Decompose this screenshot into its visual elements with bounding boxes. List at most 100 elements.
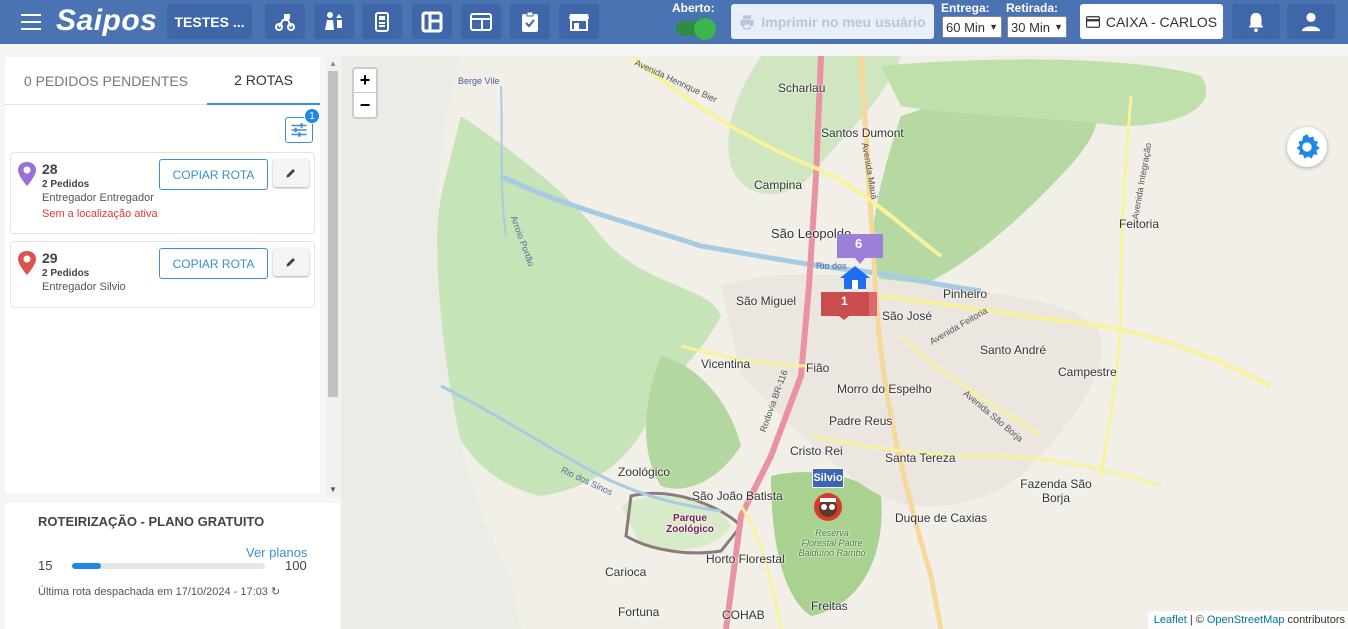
map-place-label: Zoológico bbox=[618, 465, 671, 479]
tabs: 0 PEDIDOS PENDENTES 2 ROTAS bbox=[5, 57, 320, 105]
leaflet-link[interactable]: Leaflet bbox=[1154, 614, 1187, 626]
map-pin-icon bbox=[18, 251, 36, 275]
route-orders: 2 Pedidos bbox=[42, 268, 90, 279]
aberto-label: Aberto: bbox=[672, 1, 715, 15]
map-place-label: Duque de Caxias bbox=[895, 511, 988, 525]
kanban-icon[interactable] bbox=[412, 4, 452, 39]
route-orders: 2 Pedidos bbox=[42, 179, 90, 190]
entrega-select[interactable]: 60 Min ▼ bbox=[942, 16, 1002, 38]
user-icon[interactable] bbox=[1287, 4, 1335, 39]
map-settings-button[interactable] bbox=[1287, 127, 1327, 167]
route-number: 28 bbox=[42, 161, 58, 177]
route-driver: Entregador Entregador bbox=[42, 192, 154, 204]
aberto-toggle[interactable] bbox=[674, 17, 718, 40]
card-icon bbox=[1085, 15, 1100, 28]
zoom-in-button[interactable]: + bbox=[354, 69, 376, 93]
route-card[interactable]: 28 2 Pedidos Entregador Entregador Sem a… bbox=[10, 152, 315, 234]
map-place-label: Berge Vile bbox=[458, 76, 500, 86]
delivery-icon[interactable] bbox=[265, 4, 305, 39]
route-warning: Sem a localização ativa bbox=[42, 208, 158, 220]
retirada-label: Retirada: bbox=[1006, 1, 1059, 15]
scroll-thumb[interactable] bbox=[328, 71, 338, 397]
route-card[interactable]: 29 2 Pedidos Entregador Silvio COPIAR RO… bbox=[10, 241, 315, 308]
handoff-icon[interactable] bbox=[314, 4, 354, 39]
tab-rotas[interactable]: 2 ROTAS bbox=[207, 57, 320, 105]
chevron-down-icon: ▼ bbox=[989, 22, 998, 32]
caixa-button[interactable]: CAIXA - CARLOS bbox=[1080, 4, 1223, 39]
zoom-out-button[interactable]: − bbox=[354, 93, 376, 117]
plan-max: 100 bbox=[285, 558, 307, 573]
sidebar: 0 PEDIDOS PENDENTES 2 ROTAS 1 28 2 Pedid… bbox=[5, 57, 320, 494]
entrega-label: Entrega: bbox=[941, 1, 990, 15]
map-place-label: Fortuna bbox=[618, 605, 660, 619]
plan-title: ROTEIRIZAÇÃO - PLANO GRATUITO bbox=[38, 514, 265, 529]
chevron-down-icon: ▼ bbox=[1054, 22, 1063, 32]
scroll-up-icon[interactable]: ▲ bbox=[329, 59, 337, 68]
last-route-text: Última rota despachada em 17/10/2024 - 1… bbox=[38, 586, 268, 598]
pencil-icon bbox=[286, 258, 295, 267]
retirada-select[interactable]: 30 Min ▼ bbox=[1007, 16, 1067, 38]
map-place-label: Freitas bbox=[811, 599, 848, 613]
printer-icon bbox=[740, 14, 755, 29]
zoom-control: + − bbox=[352, 67, 378, 119]
map-place-label: Vicentina bbox=[701, 357, 751, 371]
map-place-label: Fião bbox=[806, 361, 830, 375]
map-attribution: Leaflet | © OpenStreetMap contributors bbox=[1148, 611, 1348, 629]
store-icon[interactable] bbox=[559, 4, 599, 39]
map-place-label: Carioca bbox=[605, 565, 647, 579]
route-marker-1[interactable]: 1 bbox=[821, 292, 877, 320]
copy-route-button[interactable]: COPIAR ROTA bbox=[159, 159, 268, 190]
park-label: Parque Zoológico bbox=[666, 513, 714, 535]
pencil-icon bbox=[286, 169, 295, 178]
print-user-button[interactable]: Imprimir no meu usuário bbox=[731, 4, 934, 39]
map-place-label: Campina bbox=[754, 178, 803, 192]
driver-avatar-icon[interactable] bbox=[811, 490, 845, 524]
menu-icon[interactable] bbox=[18, 10, 44, 34]
toggle-knob bbox=[694, 18, 716, 40]
plan-min: 15 bbox=[38, 558, 53, 573]
scroll-down-icon[interactable]: ▼ bbox=[329, 485, 337, 494]
print-user-label: Imprimir no meu usuário bbox=[761, 13, 926, 30]
plan-progress-bar bbox=[72, 563, 265, 569]
map-place-label: Morro do Espelho bbox=[837, 382, 932, 396]
attribution-sep: | © bbox=[1189, 614, 1204, 626]
plan-box: ROTEIRIZAÇÃO - PLANO GRATUITO Ver planos… bbox=[5, 503, 340, 629]
bell-icon[interactable] bbox=[1232, 4, 1280, 39]
cluster-marker[interactable]: 6 bbox=[837, 234, 883, 264]
home-icon[interactable] bbox=[838, 264, 872, 290]
map-place-label: São João Batista bbox=[692, 489, 783, 503]
sidebar-scrollbar[interactable]: ▲ ▼ bbox=[326, 57, 340, 497]
map-marker-icon bbox=[821, 292, 877, 320]
map-place-label: Santo André bbox=[980, 343, 1047, 357]
map-pin-icon bbox=[18, 162, 36, 186]
checklist-icon[interactable] bbox=[510, 4, 550, 39]
osm-link[interactable]: OpenStreetMap bbox=[1207, 614, 1285, 626]
reserve-label: Reserva Florestal Padre Balduíno Rambo bbox=[798, 528, 866, 558]
tab-pedidos-pendentes[interactable]: 0 PEDIDOS PENDENTES bbox=[5, 57, 207, 105]
refresh-icon[interactable]: ↻ bbox=[271, 586, 280, 598]
map-place-label: Santa Tereza bbox=[885, 451, 956, 465]
edit-route-button[interactable] bbox=[273, 248, 309, 276]
cashier-icon[interactable] bbox=[362, 4, 402, 39]
plan-progress-fill bbox=[72, 563, 101, 569]
driver-tag: Silvio bbox=[812, 468, 844, 488]
filter-badge: 1 bbox=[304, 108, 320, 124]
cluster-label: 6 bbox=[855, 236, 863, 251]
map-place-label: Campestre bbox=[1058, 365, 1117, 379]
store-selector-button[interactable]: TESTES ... bbox=[167, 4, 252, 39]
sliders-icon bbox=[291, 123, 307, 137]
map-place-label: São Miguel bbox=[736, 294, 797, 308]
screen-icon[interactable] bbox=[461, 4, 501, 39]
map-place-label: Horto Florestal bbox=[706, 552, 785, 566]
map-place-label: Cristo Rei bbox=[790, 444, 843, 458]
route-driver: Entregador Silvio bbox=[42, 281, 126, 293]
map-place-label: Fazenda São Borja bbox=[1020, 477, 1092, 505]
caixa-label: CAIXA - CARLOS bbox=[1105, 13, 1218, 30]
map[interactable]: + − Scharlau Santos Dumont Campina São L… bbox=[341, 56, 1348, 629]
map-place-label: Pinheiro bbox=[943, 287, 988, 301]
last-route-info: Última rota despachada em 17/10/2024 - 1… bbox=[38, 585, 280, 598]
copy-route-button[interactable]: COPIAR ROTA bbox=[159, 248, 268, 279]
route-number: 29 bbox=[42, 250, 58, 266]
edit-route-button[interactable] bbox=[273, 159, 309, 187]
route-marker-label: 1 bbox=[841, 294, 848, 308]
